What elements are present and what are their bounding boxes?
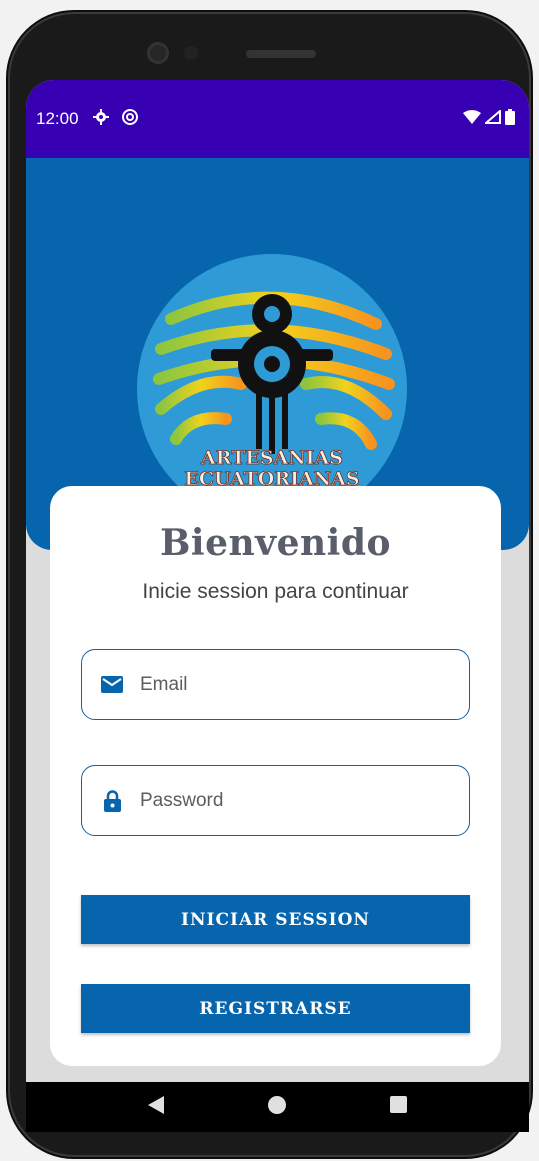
lock-icon — [100, 789, 124, 813]
logo-line-1: ARTESANIAS — [200, 447, 343, 469]
login-card: Bienvenido Inicie session para continuar… — [50, 486, 501, 1066]
mail-icon — [100, 673, 124, 697]
battery-icon — [505, 108, 515, 130]
signal-icon — [483, 108, 501, 129]
wifi-icon — [463, 109, 481, 129]
proximity-sensor — [184, 46, 198, 60]
gear-icon — [92, 108, 109, 130]
status-time: 12:00 — [36, 109, 79, 128]
login-button[interactable]: INICIAR SESSION — [81, 895, 470, 944]
android-nav-bar — [26, 1082, 529, 1132]
email-input[interactable] — [140, 673, 469, 696]
email-field[interactable] — [81, 649, 470, 720]
front-camera — [147, 42, 169, 64]
app-screen: 12:00 ARTESANIAS ECUATORIANAS Bienvenido… — [26, 80, 529, 1082]
phone-top-bezel — [8, 12, 531, 90]
back-icon[interactable] — [148, 1095, 164, 1119]
home-icon[interactable] — [268, 1095, 286, 1119]
welcome-subtitle: Inicie session para continuar — [142, 580, 409, 603]
artesanias-logo: ARTESANIAS ECUATORIANAS — [137, 254, 407, 524]
password-field[interactable] — [81, 765, 470, 836]
welcome-title: Bienvenido — [159, 522, 392, 564]
status-bar: 12:00 — [26, 80, 529, 158]
earpiece-speaker — [246, 50, 316, 58]
register-button[interactable]: REGISTRARSE — [81, 984, 470, 1033]
sync-icon — [121, 108, 139, 131]
password-input[interactable] — [140, 789, 469, 812]
recents-icon[interactable] — [390, 1096, 407, 1118]
status-indicators — [463, 108, 515, 130]
